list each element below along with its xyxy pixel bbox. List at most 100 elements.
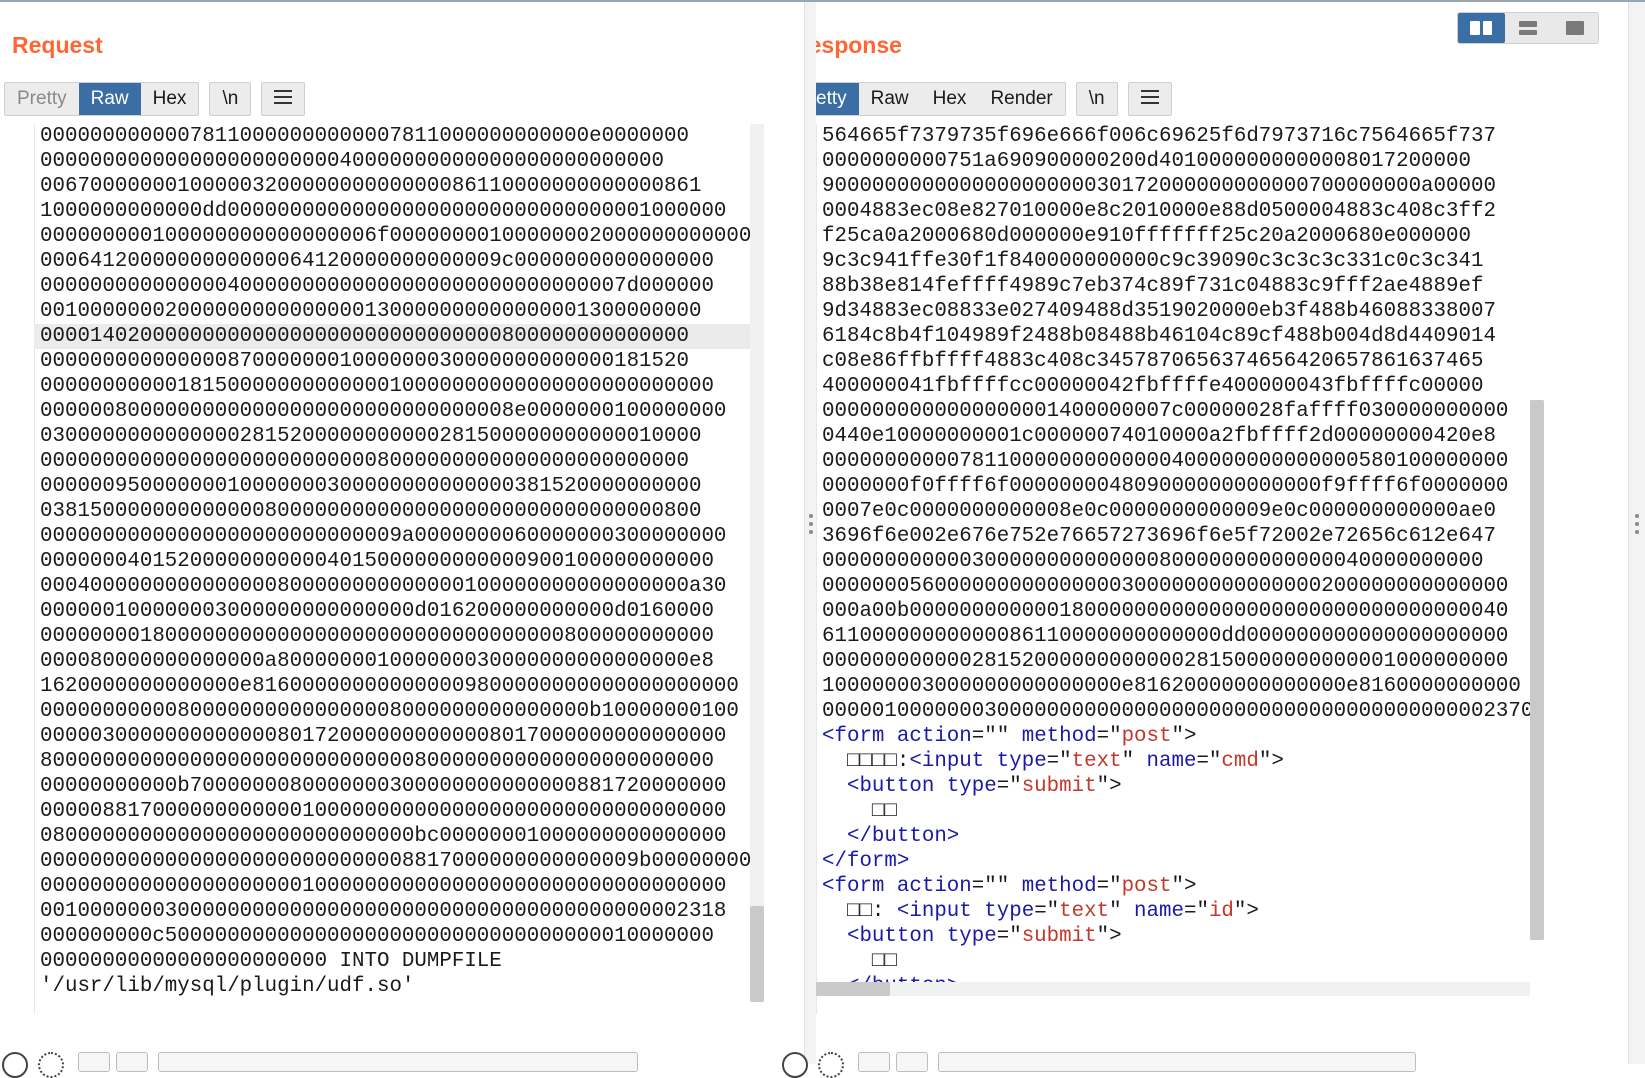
code-token: <input: [896, 900, 985, 923]
request-code-line: 0000009500000001000000030000000000000038…: [40, 475, 702, 498]
response-search-input[interactable]: [938, 1052, 1416, 1072]
split-columns-icon: [1470, 21, 1493, 35]
response-newline-toggle[interactable]: \n: [1075, 82, 1118, 116]
request-tab-raw[interactable]: Raw: [78, 83, 141, 115]
response-editor[interactable]: 564665f7379735f696e666f006c69625f6d79737…: [816, 124, 1628, 1064]
response-hex-line: 0000000560000000000000003000000000000000…: [822, 575, 1509, 598]
request-code-line: 080000000000000000000000000000bc00000001…: [40, 825, 727, 848]
code-token: type: [996, 750, 1047, 773]
forward-button[interactable]: [116, 1052, 148, 1072]
response-horizontal-scrollbar[interactable]: [816, 982, 1530, 996]
right-sidebar-edge[interactable]: [1628, 2, 1645, 1064]
help-icon[interactable]: [782, 1052, 808, 1078]
response-hex-line: 0000000000000000001400000007c00000028faf…: [822, 400, 1509, 423]
code-token: action: [896, 875, 972, 898]
response-code-line: <form action="" method="post">: [822, 724, 1570, 749]
code-token: method: [1021, 725, 1097, 748]
response-hex-line: 100000003000000000000000e816200000000000…: [822, 675, 1521, 698]
divider-grip-icon[interactable]: [809, 514, 813, 538]
settings-gear-icon[interactable]: [38, 1052, 64, 1078]
response-view-tabs: Pretty Raw Hex Render: [816, 82, 1066, 116]
response-hscroll-thumb[interactable]: [816, 982, 890, 996]
request-editor[interactable]: 0000000000007811000000000000781100000000…: [0, 124, 804, 1064]
request-code-line: 8000000000000000000000000000008000000000…: [40, 750, 714, 773]
code-token: id: [1208, 900, 1234, 923]
back-button[interactable]: [78, 1052, 110, 1072]
code-token: <form: [822, 875, 897, 898]
request-scroll-thumb[interactable]: [750, 906, 764, 1002]
code-token: ">: [1096, 925, 1122, 948]
settings-gear-icon[interactable]: [818, 1052, 844, 1078]
code-token: =": [971, 725, 997, 748]
hamburger-menu-icon: [1140, 90, 1159, 105]
request-code-line: 000000100000003000000000000000d016200000…: [40, 600, 714, 623]
request-menu-button[interactable]: [261, 82, 306, 116]
right-edge-grip-icon[interactable]: [1635, 514, 1639, 538]
code-token: text: [1059, 900, 1110, 923]
code-token: submit: [1021, 775, 1097, 798]
layout-split-vertical-button[interactable]: [1505, 13, 1552, 43]
response-tab-hex[interactable]: Hex: [921, 83, 979, 115]
response-scroll-thumb[interactable]: [1530, 400, 1544, 940]
response-title: Response: [816, 32, 902, 58]
response-code-line: 12 <button type="submit">: [822, 774, 1570, 799]
layout-split-horizontal-button[interactable]: [1458, 13, 1505, 43]
request-search-input[interactable]: [158, 1052, 638, 1072]
code-token: =": [971, 875, 997, 898]
response-hex-line: 0007e0c0000000000008e0c0000000000009e0c0…: [822, 500, 1496, 523]
request-newline-toggle[interactable]: \n: [209, 82, 252, 116]
response-vertical-scrollbar[interactable]: [1530, 400, 1544, 940]
request-code-line: 0010000000200000000000000013000000000000…: [40, 300, 702, 323]
code-token: ": [1109, 900, 1135, 923]
request-code-line: 0000000401520000000000040150000000000009…: [40, 550, 714, 573]
response-code-line: 16 <button type="submit">: [822, 924, 1570, 949]
single-pane-icon: [1565, 21, 1584, 35]
response-gutter: [816, 124, 817, 1014]
request-tab-pretty[interactable]: Pretty: [5, 83, 79, 115]
response-hex-line: c08e86ffbffff4883c408c345787065637465642…: [822, 350, 1484, 373]
request-code-line: 0381500000000000008000000000000000000000…: [40, 500, 702, 523]
response-tab-render[interactable]: Render: [978, 83, 1064, 115]
code-token: method: [1021, 875, 1097, 898]
forward-button[interactable]: [896, 1052, 928, 1072]
layout-single-button[interactable]: [1551, 13, 1598, 43]
back-button[interactable]: [858, 1052, 890, 1072]
request-code-line: 0000088170000000000001000000000000000000…: [40, 800, 727, 823]
request-code-line: 0000000000000008700000001000000030000000…: [40, 350, 689, 373]
request-code-line: 0000140200000000000000000000000000000800…: [34, 324, 755, 349]
code-token: type: [984, 900, 1035, 923]
response-tabbar: Pretty Raw Hex Render \n: [816, 82, 1172, 116]
request-code-line: 1620000000000000e81600000000000000980000…: [40, 675, 739, 698]
request-tab-hex[interactable]: Hex: [141, 83, 199, 115]
code-token: ": [996, 725, 1022, 748]
code-token: □□□□:: [822, 750, 910, 773]
response-menu-button[interactable]: [1127, 82, 1172, 116]
response-code-line: 13</form>: [822, 849, 1570, 874]
response-hex-line: 6184c8b4f104989f2488b08488b46104c89cf488…: [822, 325, 1496, 348]
code-token: =": [1196, 750, 1222, 773]
response-tab-raw[interactable]: Raw: [859, 83, 921, 115]
help-icon[interactable]: [2, 1052, 28, 1078]
code-token: </button>: [846, 825, 960, 848]
response-hex-line: 3696f6e002e676e752e76657273696f6e5f72002…: [822, 525, 1496, 548]
request-title: Request: [12, 32, 103, 58]
request-code-line: 0000030000000000000801720000000000008017…: [40, 725, 727, 748]
request-vertical-scrollbar[interactable]: [750, 124, 764, 1002]
code-token: =": [1183, 900, 1209, 923]
request-tabbar: Pretty Raw Hex \n: [4, 82, 306, 116]
code-token: <input: [909, 750, 997, 773]
request-code-line: 0000000000000000000000000008000000000000…: [40, 450, 689, 473]
request-code: 0000000000007811000000000000781100000000…: [34, 124, 755, 999]
response-code-line: □□: [822, 949, 1570, 974]
code-token: ">: [1171, 725, 1197, 748]
code-token: □□:: [822, 900, 897, 923]
response-hex-line: 9000000000000000000000301720000000000007…: [822, 175, 1496, 198]
response-hex-line: 0440e10000000001c00000074010000a2fbffff2…: [822, 425, 1496, 448]
response-code-line: 15 □□: <input type="text" name="id">: [822, 899, 1570, 924]
code-token: =": [1096, 875, 1122, 898]
code-token: ": [996, 875, 1022, 898]
response-tab-pretty[interactable]: Pretty: [816, 83, 859, 115]
